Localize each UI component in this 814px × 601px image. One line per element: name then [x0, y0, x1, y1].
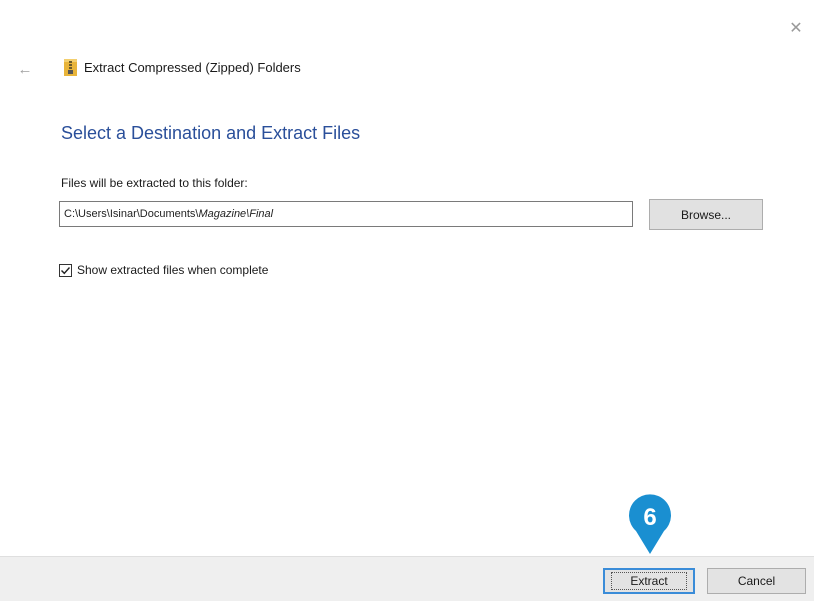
close-button[interactable]: ✕ [782, 14, 810, 42]
destination-path-input[interactable] [59, 201, 633, 227]
show-extracted-files-checkbox[interactable] [59, 263, 72, 277]
extract-button-label: Extract [611, 572, 687, 590]
browse-button[interactable]: Browse... [649, 199, 763, 230]
extract-button[interactable]: Extract [603, 568, 695, 594]
extract-dialog: ✕ ← Extract Compressed (Zipped) Folders … [0, 0, 814, 601]
step-number-badge: 6 [643, 504, 657, 531]
destination-label: Files will be extracted to this folder: [61, 176, 248, 190]
page-heading: Select a Destination and Extract Files [61, 123, 361, 143]
show-extracted-files-option[interactable]: Show extracted files when complete [59, 262, 268, 278]
back-button[interactable]: ← [12, 58, 38, 80]
cancel-button[interactable]: Cancel [707, 568, 806, 594]
zip-folder-icon [64, 59, 77, 76]
show-extracted-files-label: Show extracted files when complete [77, 263, 269, 277]
window-title: Extract Compressed (Zipped) Folders [84, 60, 301, 75]
back-arrow-icon: ← [17, 60, 33, 78]
close-icon: ✕ [789, 20, 803, 37]
checkmark-icon [61, 266, 71, 274]
